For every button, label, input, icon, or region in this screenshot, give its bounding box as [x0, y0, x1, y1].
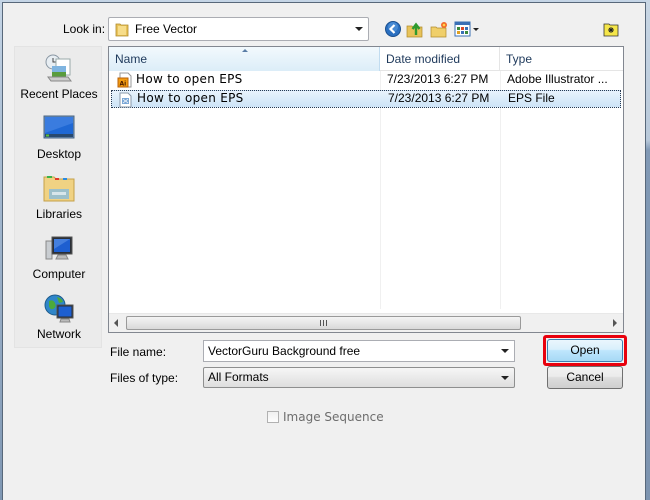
grip-icon — [320, 320, 328, 326]
column-header-label: Date modified — [386, 52, 461, 66]
scrollbar-thumb[interactable] — [126, 316, 521, 330]
cancel-button[interactable]: Cancel — [547, 366, 623, 389]
place-recent-places[interactable]: Recent Places — [15, 53, 103, 109]
look-in-dropdown[interactable]: Free Vector — [108, 17, 369, 41]
desktop-icon — [43, 113, 75, 145]
file-type: Adobe Illustrator ... — [507, 72, 608, 86]
eps-file-icon — [118, 92, 133, 108]
file-name-value: VectorGuru Background free — [208, 344, 361, 358]
chevron-down-icon[interactable] — [501, 349, 509, 353]
folder-icon — [115, 21, 129, 37]
open-button-highlight — [543, 335, 627, 366]
file-name: How to open EPS — [137, 91, 244, 105]
view-menu-icon[interactable] — [454, 20, 480, 38]
files-of-type-select[interactable]: All Formats — [203, 367, 515, 388]
image-sequence-checkbox[interactable] — [267, 411, 279, 423]
place-label: Desktop — [36, 147, 82, 161]
column-header-row: Name Date modified Type — [109, 47, 623, 71]
chevron-down-icon — [355, 27, 363, 31]
libraries-icon — [43, 173, 75, 205]
file-row[interactable]: Ai How to open EPS 7/23/2013 6:27 PM Ado… — [111, 71, 621, 89]
back-icon[interactable] — [384, 20, 402, 38]
background-window-edge — [646, 0, 650, 500]
ai-file-icon: Ai — [117, 72, 132, 88]
file-date: 7/23/2013 6:27 PM — [387, 72, 489, 86]
look-in-label: Look in: — [63, 22, 106, 36]
column-header-label: Name — [115, 52, 148, 66]
files-of-type-label: Files of type: — [110, 371, 179, 385]
scroll-right-icon[interactable] — [613, 319, 617, 327]
column-header-type[interactable]: Type — [500, 47, 623, 71]
special-folder-icon[interactable] — [602, 20, 620, 38]
computer-icon — [43, 233, 75, 265]
recent-places-icon — [43, 53, 75, 85]
file-date: 7/23/2013 6:27 PM — [388, 91, 490, 105]
look-in-value: Free Vector — [135, 22, 198, 36]
image-sequence-option[interactable]: Image Sequence — [267, 410, 384, 424]
place-network[interactable]: Network — [15, 293, 103, 349]
place-label: Computer — [32, 267, 86, 281]
up-folder-icon[interactable] — [406, 20, 424, 38]
file-row-selected[interactable]: How to open EPS 7/23/2013 6:27 PM EPS Fi… — [111, 90, 621, 108]
new-folder-icon[interactable] — [430, 20, 448, 38]
column-header-name[interactable]: Name — [109, 47, 380, 71]
file-name-input[interactable]: VectorGuru Background free — [203, 340, 515, 362]
place-computer[interactable]: Computer — [15, 233, 103, 289]
file-name-label: File name: — [110, 345, 167, 359]
column-header-date[interactable]: Date modified — [380, 47, 500, 71]
chevron-down-icon — [501, 376, 509, 380]
image-sequence-label: Image Sequence — [283, 410, 384, 424]
files-of-type-value: All Formats — [208, 370, 269, 384]
svg-text:Ai: Ai — [120, 81, 127, 88]
network-icon — [43, 293, 75, 325]
places-bar: Recent Places Desktop Libraries Computer… — [14, 46, 102, 348]
place-desktop[interactable]: Desktop — [15, 113, 103, 169]
horizontal-scrollbar[interactable] — [109, 313, 623, 332]
scroll-left-icon[interactable] — [114, 319, 118, 327]
place-label: Libraries — [35, 207, 83, 221]
place-label: Network — [36, 327, 81, 341]
place-libraries[interactable]: Libraries — [15, 173, 103, 229]
column-header-label: Type — [506, 52, 533, 66]
file-list[interactable]: Name Date modified Type Ai How to open E… — [108, 46, 624, 333]
file-name: How to open EPS — [136, 72, 243, 86]
sort-ascending-icon — [242, 49, 248, 52]
file-type: EPS File — [508, 91, 555, 105]
place-label: Recent Places — [20, 87, 98, 101]
